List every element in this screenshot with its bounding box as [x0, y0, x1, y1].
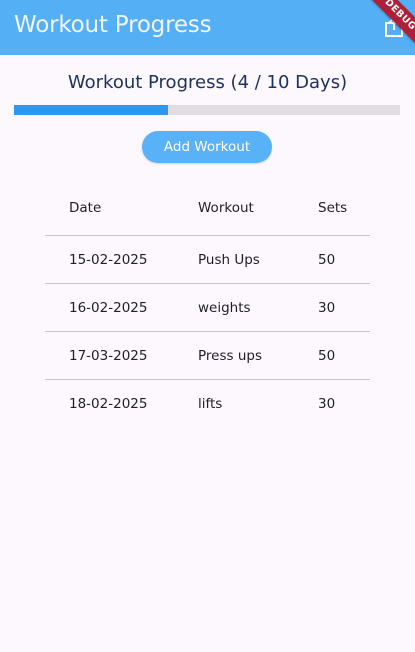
cell-sets: 30 [318, 396, 336, 412]
app-bar: Workout Progress DEBUG [0, 0, 415, 55]
app-title: Workout Progress [14, 12, 212, 38]
progress-bar-fill [14, 105, 169, 115]
cell-date: 16-02-2025 [69, 299, 148, 316]
cell-workout: Push Ups [198, 251, 260, 268]
table-row: 16-02-2025 weights 30 [45, 284, 370, 332]
cell-workout: Press ups [198, 347, 262, 364]
progress-bar [14, 105, 400, 115]
cell-sets: 50 [318, 347, 336, 364]
cell-date: 15-02-2025 [69, 251, 148, 268]
add-workout-button[interactable]: Add Workout [142, 131, 272, 163]
table-row: 18-02-2025 lifts 30 [45, 380, 370, 428]
table-header-row: Date Workout Sets [45, 180, 370, 236]
column-header-date: Date [69, 199, 102, 216]
progress-heading: Workout Progress (4 / 10 Days) [67, 72, 348, 93]
cell-date: 17-03-2025 [69, 347, 148, 364]
cell-sets: 50 [318, 251, 336, 268]
table-row: 15-02-2025 Push Ups 50 [45, 236, 370, 284]
cell-workout: lifts [198, 396, 223, 412]
cell-sets: 30 [318, 299, 336, 316]
column-header-sets: Sets [318, 199, 348, 216]
column-header-workout: Workout [198, 199, 254, 216]
cell-date: 18-02-2025 [69, 396, 148, 412]
workout-table: Date Workout Sets 15-02-2025 Push Ups 50… [45, 180, 370, 428]
cell-workout: weights [198, 299, 251, 316]
table-row: 17-03-2025 Press ups 50 [45, 332, 370, 380]
